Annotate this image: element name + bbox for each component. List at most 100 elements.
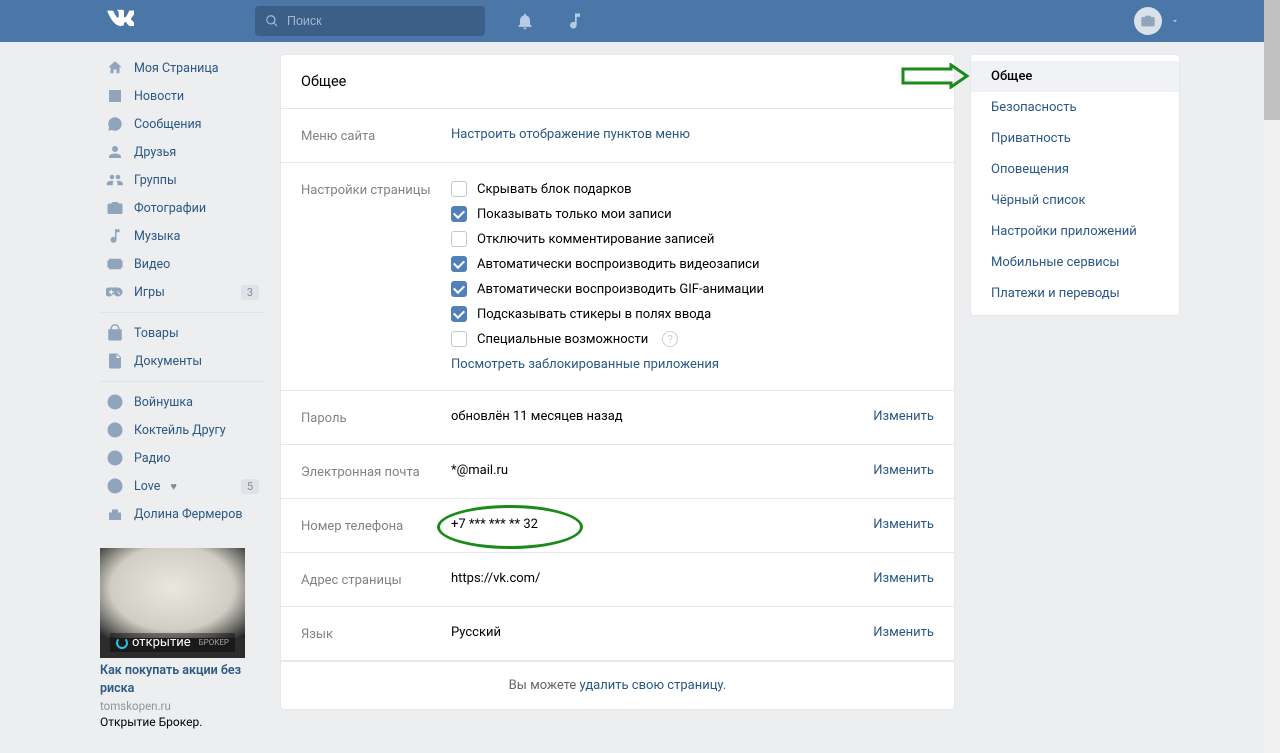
nav-label: Коктейль Другу	[134, 423, 226, 438]
avatar	[1134, 7, 1162, 35]
row-label-address: Адрес страницы	[301, 571, 451, 588]
nav-label: Долина Фермеров	[134, 507, 242, 522]
blocked-apps-link[interactable]: Посмотреть заблокированные приложения	[451, 357, 719, 372]
checkbox-label: Автоматически воспроизводить видеозаписи	[477, 257, 759, 272]
row-label-password: Пароль	[301, 409, 451, 426]
bell-icon[interactable]	[515, 11, 535, 31]
nav-count: 5	[241, 479, 259, 494]
email-value: *@mail.ru	[451, 463, 508, 478]
ad-block[interactable]: открытиеБРОКЕР Как покупать акции без ри…	[100, 548, 265, 729]
checkbox[interactable]	[451, 331, 467, 347]
checkbox-row[interactable]: Подсказывать стикеры в полях ввода	[451, 306, 934, 322]
ad-text: Открытие Брокер.	[100, 715, 265, 729]
nav-groups[interactable]: Группы	[100, 166, 265, 194]
user-menu[interactable]	[1126, 7, 1180, 35]
camera-icon	[1140, 13, 1156, 29]
nav-label: Музыка	[134, 229, 180, 244]
nav-photos[interactable]: Фотографии	[100, 194, 265, 222]
rnav-label: Настройки приложений	[991, 224, 1137, 239]
row-label-page-settings: Настройки страницы	[301, 181, 451, 198]
edit-lang-link[interactable]: Изменить	[873, 625, 934, 640]
checkbox[interactable]	[451, 281, 467, 297]
nav-app-5[interactable]: Долина Фермеров	[100, 500, 265, 528]
vk-logo-icon	[106, 4, 134, 32]
nav-label: Новости	[134, 89, 184, 104]
nav-my-page[interactable]: Моя Страница	[100, 54, 265, 82]
configure-menu-link[interactable]: Настроить отображение пунктов меню	[451, 127, 690, 142]
checkbox[interactable]	[451, 181, 467, 197]
chevron-down-icon	[1170, 16, 1180, 26]
edit-password-link[interactable]: Изменить	[873, 409, 934, 424]
search-icon	[265, 14, 279, 28]
nav-news[interactable]: Новости	[100, 82, 265, 110]
scrollbar[interactable]	[1264, 0, 1280, 753]
nav-app-3[interactable]: Радио	[100, 444, 265, 472]
nav-app-4[interactable]: Love ♥ 5	[100, 472, 265, 500]
checkbox-row[interactable]: Автоматически воспроизводить GIF-анимаци…	[451, 281, 934, 297]
nav-video[interactable]: Видео	[100, 250, 265, 278]
password-value: обновлён 11 месяцев назад	[451, 409, 623, 424]
checkbox[interactable]	[451, 256, 467, 272]
rnav-label: Мобильные сервисы	[991, 255, 1119, 270]
page-title: Общее	[281, 55, 954, 109]
nav-label: Love	[134, 479, 160, 494]
checkbox-row[interactable]: Скрывать блок подарков	[451, 181, 934, 197]
rnav-blacklist[interactable]: Чёрный список	[971, 185, 1179, 216]
nav-label: Фотографии	[134, 201, 206, 216]
nav-count: 3	[241, 285, 259, 300]
rnav-payments[interactable]: Платежи и переводы	[971, 278, 1179, 309]
checkbox-label: Скрывать блок подарков	[477, 182, 632, 197]
music-icon[interactable]	[565, 11, 585, 31]
row-label-menu: Меню сайта	[301, 127, 451, 144]
nav-app-1[interactable]: Войнушка	[100, 388, 265, 416]
delete-page-link[interactable]: удалить свою страницу.	[580, 678, 727, 693]
scroll-thumb[interactable]	[1264, 0, 1280, 120]
rnav-label: Платежи и переводы	[991, 286, 1120, 301]
checkbox-label: Специальные возможности	[477, 332, 648, 347]
rnav-label: Приватность	[991, 131, 1071, 146]
nav-music[interactable]: Музыка	[100, 222, 265, 250]
edit-email-link[interactable]: Изменить	[873, 463, 934, 478]
nav-messages[interactable]: Сообщения	[100, 110, 265, 138]
nav-label: Сообщения	[134, 117, 202, 132]
edit-phone-link[interactable]: Изменить	[873, 517, 934, 532]
nav-market[interactable]: Товары	[100, 319, 265, 347]
vk-logo[interactable]	[100, 4, 255, 39]
checkbox[interactable]	[451, 231, 467, 247]
ad-image: открытиеБРОКЕР	[100, 548, 245, 658]
edit-address-link[interactable]: Изменить	[873, 571, 934, 586]
rnav-label: Общее	[991, 69, 1032, 84]
nav-friends[interactable]: Друзья	[100, 138, 265, 166]
checkbox[interactable]	[451, 206, 467, 222]
checkbox[interactable]	[451, 306, 467, 322]
settings-sidebar: Общее Безопасность Приватность Оповещени…	[970, 54, 1180, 316]
address-value: https://vk.com/	[451, 571, 540, 586]
lang-value: Русский	[451, 625, 501, 640]
search-input[interactable]	[285, 13, 455, 29]
heart-icon: ♥	[170, 480, 177, 493]
checkbox-row[interactable]: Показывать только мои записи	[451, 206, 934, 222]
ad-title: Как покупать акции без риска	[100, 662, 265, 697]
rnav-mobile[interactable]: Мобильные сервисы	[971, 247, 1179, 278]
nav-label: Игры	[134, 285, 165, 300]
checkbox-label: Показывать только мои записи	[477, 207, 672, 222]
row-label-email: Электронная почта	[301, 463, 451, 480]
nav-docs[interactable]: Документы	[100, 347, 265, 375]
rnav-security[interactable]: Безопасность	[971, 92, 1179, 123]
checkbox-row[interactable]: Специальные возможности?	[451, 331, 934, 347]
settings-panel: Общее Меню сайта Настроить отображение п…	[280, 54, 955, 710]
row-label-phone: Номер телефона	[301, 517, 451, 534]
rnav-notifications[interactable]: Оповещения	[971, 154, 1179, 185]
nav-label: Товары	[134, 326, 179, 341]
search-box[interactable]	[255, 6, 485, 36]
checkbox-row[interactable]: Автоматически воспроизводить видеозаписи	[451, 256, 934, 272]
nav-label: Группы	[134, 173, 177, 188]
rnav-label: Безопасность	[991, 100, 1077, 115]
help-icon[interactable]: ?	[662, 331, 678, 347]
checkbox-row[interactable]: Отключить комментирование записей	[451, 231, 934, 247]
rnav-general[interactable]: Общее	[971, 61, 1179, 92]
nav-app-2[interactable]: Коктейль Другу	[100, 416, 265, 444]
rnav-privacy[interactable]: Приватность	[971, 123, 1179, 154]
rnav-apps[interactable]: Настройки приложений	[971, 216, 1179, 247]
nav-games[interactable]: Игры 3	[100, 278, 265, 306]
